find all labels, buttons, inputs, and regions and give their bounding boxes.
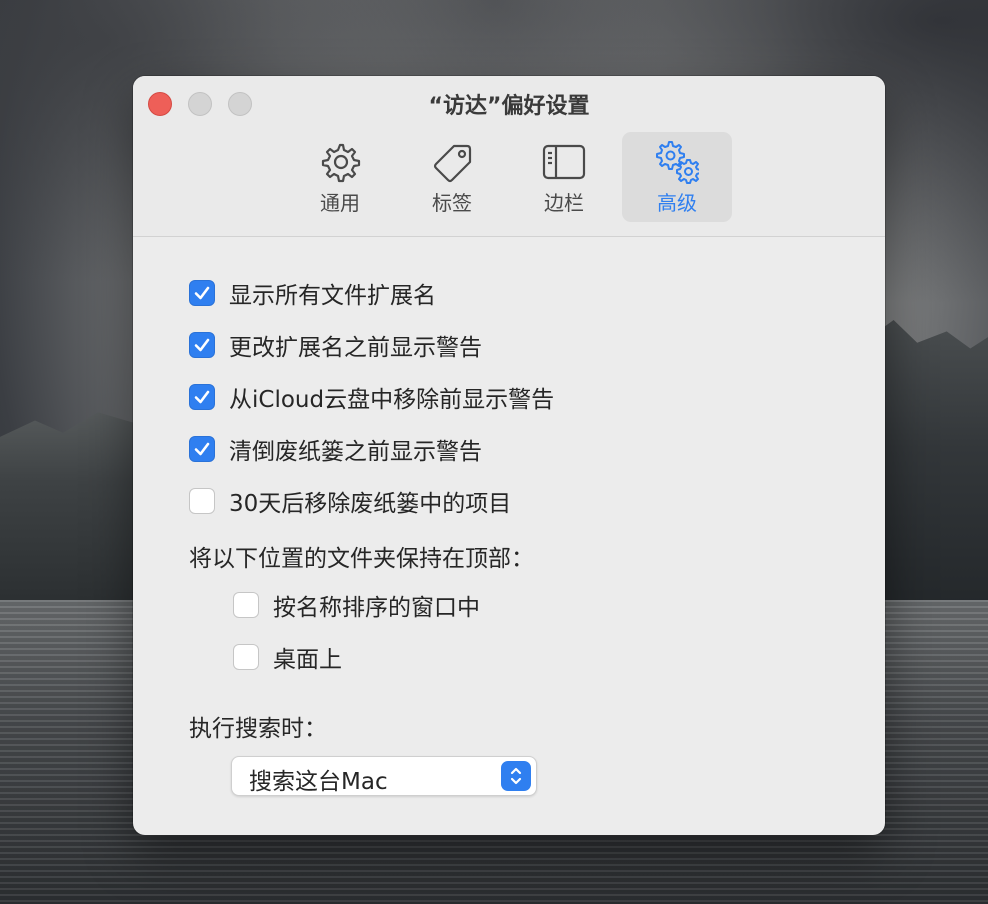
checkmark-icon (194, 338, 210, 352)
checkbox-folders-top-desktop[interactable] (233, 644, 259, 670)
search-scope-label: 执行搜索时： (189, 716, 327, 742)
option-row[interactable]: 桌面上 (233, 641, 342, 673)
tab-sidebar[interactable]: 边栏 (509, 132, 619, 222)
titlebar: “访达”偏好设置 通用 标签 边栏 高级 (133, 76, 885, 237)
wallpaper-mountain-left (0, 412, 140, 605)
checkbox-warn-empty-trash[interactable] (189, 436, 215, 462)
checkbox-show-extensions[interactable] (189, 280, 215, 306)
option-label: 30天后移除废纸篓中的项目 (229, 491, 512, 517)
checkmark-icon (194, 390, 210, 404)
option-label: 桌面上 (273, 647, 342, 673)
preferences-window: “访达”偏好设置 通用 标签 边栏 高级 显示所有文件扩展名 更改扩展名之前显示… (133, 76, 885, 835)
wallpaper-mountain-right (870, 320, 988, 605)
option-label: 显示所有文件扩展名 (229, 283, 436, 309)
option-label: 从iCloud云盘中移除前显示警告 (229, 387, 555, 413)
checkbox-warn-icloud-remove[interactable] (189, 384, 215, 410)
gears-icon (656, 141, 699, 184)
checkmark-icon (194, 286, 210, 300)
tab-tags-label: 标签 (432, 191, 472, 215)
tab-general[interactable]: 通用 (285, 132, 395, 222)
tab-advanced-label: 高级 (657, 191, 697, 215)
checkbox-warn-extension-change[interactable] (189, 332, 215, 358)
search-scope-popup[interactable]: 搜索这台Mac (231, 756, 537, 796)
checkbox-remove-trash-30-days[interactable] (189, 488, 215, 514)
sidebar-icon (542, 144, 586, 180)
folders-on-top-label: 将以下位置的文件夹保持在顶部： (189, 546, 534, 572)
advanced-pane: 显示所有文件扩展名 更改扩展名之前显示警告 从iCloud云盘中移除前显示警告 … (133, 237, 885, 835)
chevron-up-down-icon (510, 767, 522, 785)
popup-arrows-icon (501, 761, 531, 791)
gear-icon (321, 143, 361, 183)
checkmark-icon (194, 442, 210, 456)
window-title: “访达”偏好设置 (428, 94, 590, 119)
option-label: 清倒废纸篓之前显示警告 (229, 439, 482, 465)
option-row[interactable]: 30天后移除废纸篓中的项目 (189, 485, 511, 517)
search-scope-value: 搜索这台Mac (249, 769, 388, 795)
tab-sidebar-label: 边栏 (544, 191, 584, 215)
tab-tags[interactable]: 标签 (397, 132, 507, 222)
option-label: 按名称排序的窗口中 (273, 595, 480, 621)
option-row[interactable]: 更改扩展名之前显示警告 (189, 329, 482, 361)
option-label: 更改扩展名之前显示警告 (229, 335, 482, 361)
option-row[interactable]: 按名称排序的窗口中 (233, 589, 480, 621)
option-row[interactable]: 清倒废纸篓之前显示警告 (189, 433, 482, 465)
tab-general-label: 通用 (320, 191, 360, 215)
tab-advanced[interactable]: 高级 (622, 132, 732, 222)
checkbox-folders-top-windows[interactable] (233, 592, 259, 618)
option-row[interactable]: 从iCloud云盘中移除前显示警告 (189, 381, 554, 413)
tag-icon (433, 144, 472, 183)
option-row[interactable]: 显示所有文件扩展名 (189, 277, 436, 309)
